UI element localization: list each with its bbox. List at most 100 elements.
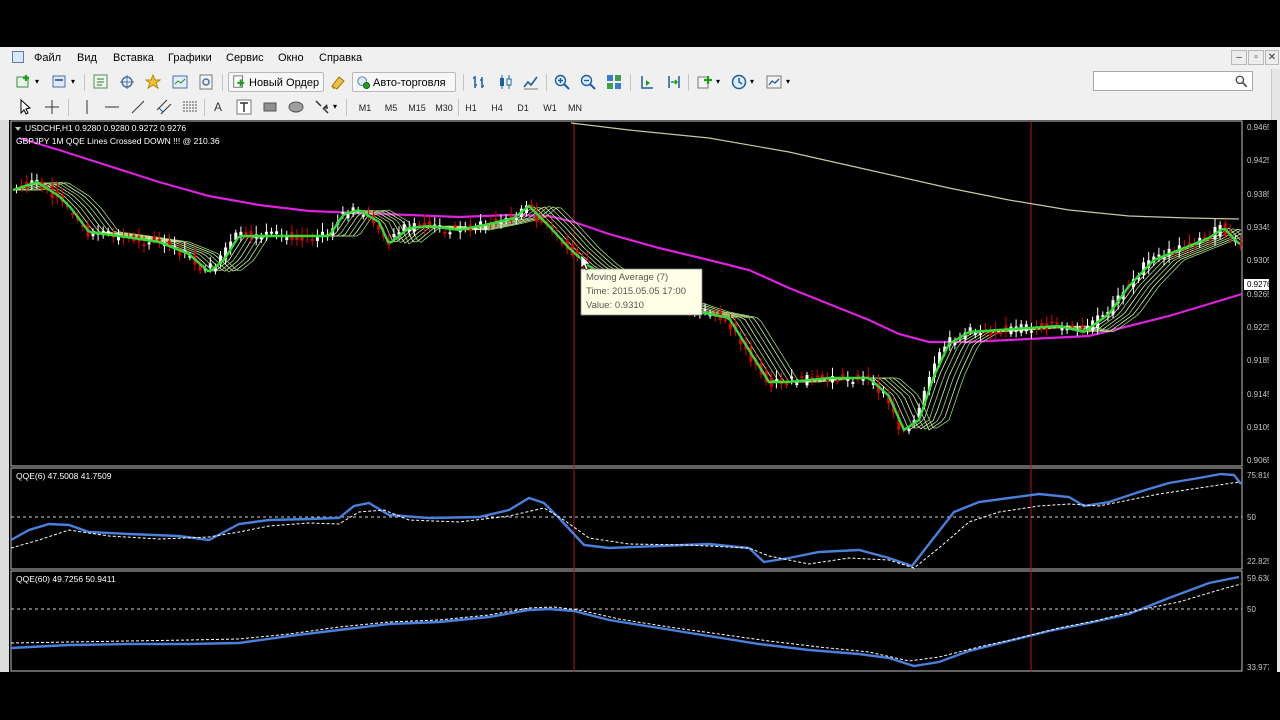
candle-body [315, 237, 319, 241]
timeframe-mn[interactable]: MN [562, 98, 588, 118]
chevron-down-icon[interactable]: ▾ [35, 77, 39, 86]
line-chart-icon[interactable] [523, 74, 539, 90]
market-watch-icon[interactable] [93, 74, 109, 90]
restore-button[interactable]: ▫ [1248, 50, 1264, 65]
price-tick: 0.9305 [1247, 256, 1269, 265]
qqe-fast-tick: 22.825 [1247, 557, 1269, 566]
toolbar-divider [463, 74, 464, 91]
timeframe-d1[interactable]: D1 [510, 98, 536, 118]
trendline-icon[interactable] [130, 99, 146, 115]
candle-body [275, 231, 279, 235]
candle-body [851, 381, 855, 384]
horizontal-line-icon[interactable] [104, 99, 120, 115]
search-input[interactable] [1093, 71, 1253, 91]
candle-body [989, 333, 993, 336]
bar-chart-icon[interactable] [471, 74, 487, 90]
candle-body [443, 231, 447, 234]
candle-body [953, 342, 957, 345]
toolbar-divider [630, 74, 631, 91]
price-tick: 0.9265 [1247, 290, 1269, 299]
menu-view[interactable]: Вид [77, 52, 97, 64]
moving-average-long-line [570, 122, 1240, 220]
equidistant-channel-icon[interactable] [156, 99, 172, 115]
chart-window[interactable]: 0.9465 0.9425 0.9385 0.9345 0.9305 0.926… [9, 120, 1277, 672]
toolbar-divider [546, 74, 547, 91]
candle-body [264, 231, 268, 235]
zoom-out-icon[interactable] [580, 74, 596, 90]
timeframe-m5[interactable]: M5 [378, 98, 404, 118]
strategy-tester-icon[interactable] [198, 74, 214, 90]
qqe-slow-main-line [10, 575, 1240, 668]
price-tick: 0.9425 [1247, 156, 1269, 165]
price-tick: 0.9465 [1247, 123, 1269, 132]
zoom-in-icon[interactable] [554, 74, 570, 90]
vertical-line-icon[interactable] [79, 99, 95, 115]
profiles-icon[interactable] [52, 74, 68, 90]
chevron-down-icon[interactable] [15, 127, 21, 131]
candle-body [147, 242, 151, 245]
drawing-toolbar: A ▾ M1 M5 M15 M30 H1 H4 D1 W1 MN [0, 95, 1280, 121]
candle-body [815, 375, 819, 378]
candle-body [978, 333, 982, 336]
candle-body [453, 225, 457, 228]
chevron-down-icon[interactable]: ▾ [71, 77, 75, 86]
crosshair-tool-icon[interactable] [44, 99, 60, 115]
candle-body [790, 376, 794, 379]
candle-body [723, 318, 727, 321]
menu-file[interactable]: Файл [34, 52, 61, 64]
candle-body [142, 244, 146, 247]
toolbar-divider [68, 99, 69, 116]
fibonacci-icon[interactable] [182, 99, 198, 115]
favorites-icon[interactable] [145, 74, 161, 90]
timeframe-h4[interactable]: H4 [484, 98, 510, 118]
indicators-icon[interactable] [697, 74, 713, 90]
menu-tools[interactable]: Сервис [226, 52, 264, 64]
qqe-slow-tick: 50 [1247, 605, 1256, 614]
text-tool-icon[interactable]: A [214, 100, 222, 114]
timeframe-w1[interactable]: W1 [537, 98, 563, 118]
candle-body [1050, 321, 1054, 324]
new-order-button[interactable]: Новый Ордер [228, 72, 324, 92]
periods-clock-icon[interactable] [731, 74, 747, 90]
new-chart-icon[interactable] [16, 74, 32, 90]
text-label-icon[interactable] [236, 99, 252, 115]
tile-windows-icon[interactable] [606, 74, 622, 90]
arrows-icon[interactable] [314, 99, 330, 115]
price-tick: 0.9065 [1247, 456, 1269, 465]
price-chart[interactable]: 0.9465 0.9425 0.9385 0.9345 0.9305 0.926… [9, 120, 1272, 672]
candle-body [800, 376, 804, 379]
new-order-icon [233, 75, 245, 88]
timeframe-h1[interactable]: H1 [458, 98, 484, 118]
ellipse-icon[interactable] [288, 99, 304, 115]
candle-body [474, 228, 477, 231]
menu-insert[interactable]: Вставка [113, 52, 154, 64]
menu-bar: Файл Вид Вставка Графики Сервис Окно Спр… [0, 47, 1280, 70]
crosshair-icon[interactable] [119, 74, 135, 90]
menu-window[interactable]: Окно [278, 52, 304, 64]
minimize-button[interactable]: – [1231, 50, 1247, 65]
autotrading-button[interactable]: Авто-торговля [352, 72, 456, 92]
timeframe-m1[interactable]: M1 [352, 98, 378, 118]
chevron-down-icon[interactable]: ▾ [716, 77, 720, 86]
cursor-icon[interactable] [18, 99, 34, 115]
candlestick-icon[interactable] [497, 74, 513, 90]
chart-shift-icon[interactable] [639, 74, 655, 90]
window-left-edge [0, 120, 9, 672]
chevron-down-icon[interactable]: ▾ [750, 77, 754, 86]
close-button[interactable]: ✕ [1265, 50, 1279, 65]
qqe-fast-panel-frame [10, 467, 1243, 570]
timeframe-m30[interactable]: M30 [431, 98, 457, 118]
templates-icon[interactable] [766, 74, 782, 90]
chevron-down-icon[interactable]: ▾ [333, 102, 337, 111]
metaeditor-icon[interactable] [330, 74, 346, 90]
terminal-icon[interactable] [172, 74, 188, 90]
search-icon[interactable] [1235, 75, 1248, 88]
menu-charts[interactable]: Графики [168, 52, 212, 64]
autoscroll-icon[interactable] [666, 74, 682, 90]
chevron-down-icon[interactable]: ▾ [786, 77, 790, 86]
candle-body [310, 238, 314, 241]
menu-help[interactable]: Справка [319, 52, 362, 64]
timeframe-m15[interactable]: M15 [404, 98, 430, 118]
tooltip-time: Time: 2015.05.05 17:00 [586, 286, 686, 297]
rectangle-icon[interactable] [262, 99, 278, 115]
